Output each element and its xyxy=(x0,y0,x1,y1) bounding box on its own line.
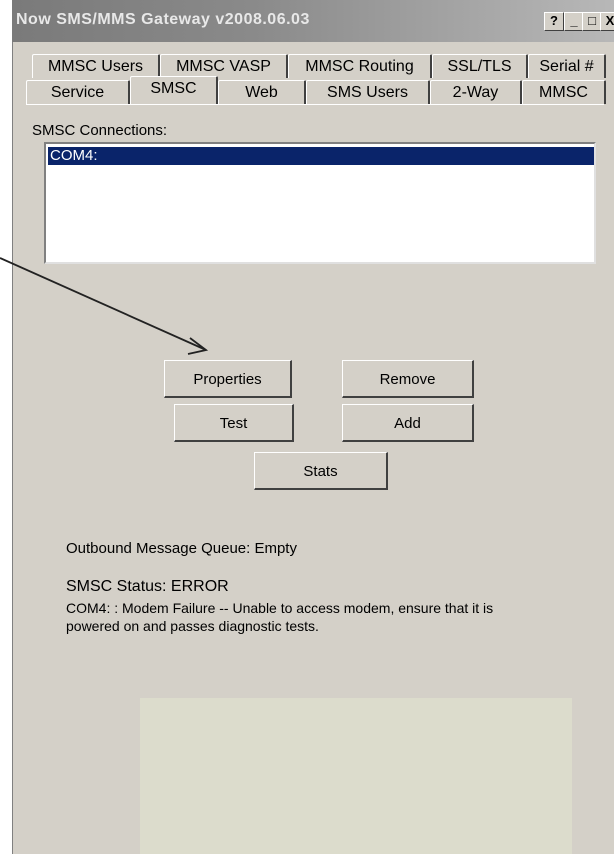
tab-smsc[interactable]: SMSC xyxy=(130,76,218,104)
annotation-arrow xyxy=(0,257,209,355)
arrow-line xyxy=(0,257,207,351)
